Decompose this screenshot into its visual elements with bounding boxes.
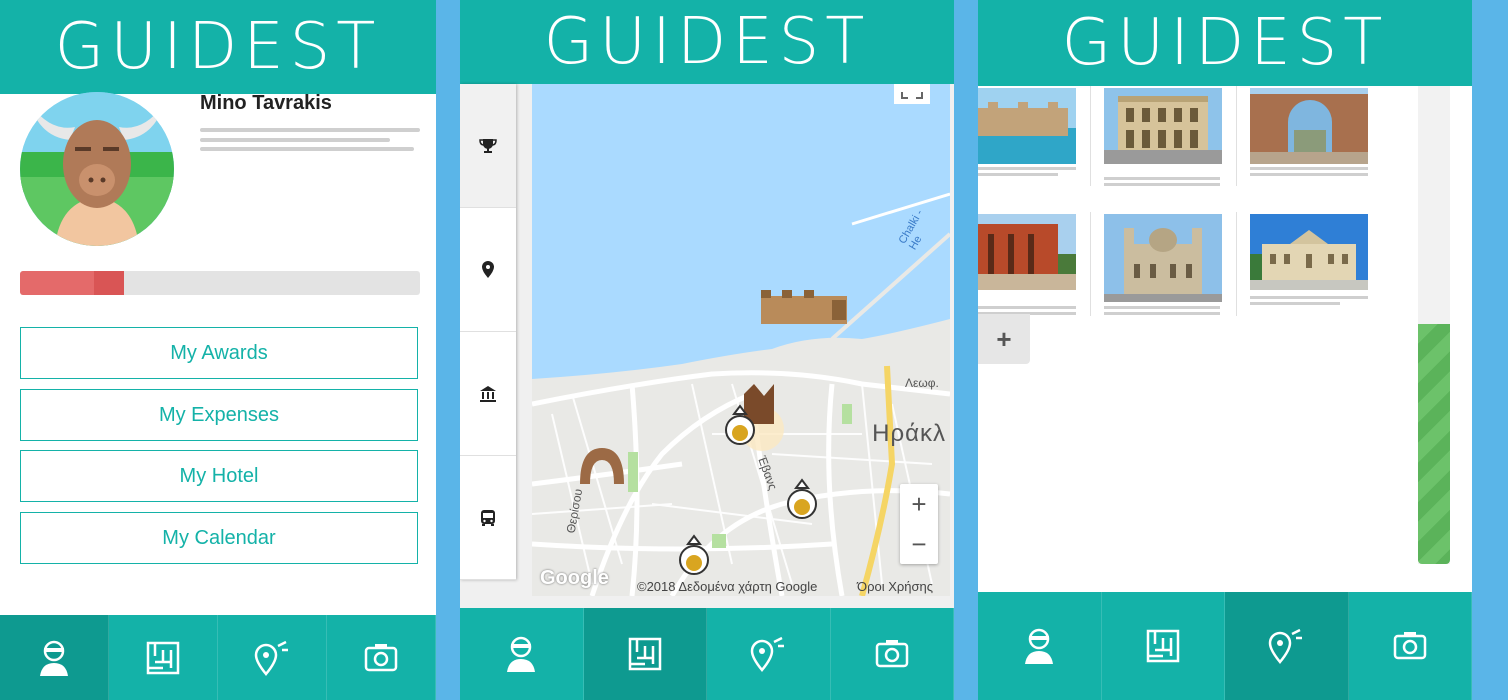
- maze-icon: [1146, 629, 1179, 663]
- bottom-nav: [0, 615, 436, 700]
- category-tabs: [460, 84, 516, 580]
- tab-awards[interactable]: [460, 84, 516, 208]
- maze-icon: [628, 637, 661, 671]
- caption-line: [1250, 173, 1368, 176]
- caption-line: [1104, 312, 1220, 315]
- my-hotel-button[interactable]: My Hotel: [20, 450, 418, 502]
- caption-line: [1250, 302, 1340, 305]
- tab-locations[interactable]: [460, 208, 516, 332]
- divider: [1236, 212, 1237, 316]
- nav-profile[interactable]: [978, 592, 1102, 700]
- nav-maze[interactable]: [1102, 592, 1225, 700]
- camera-icon: [364, 643, 398, 671]
- scrollbar[interactable]: [1418, 86, 1450, 564]
- camera-icon: [875, 640, 908, 668]
- bus-icon: [481, 509, 495, 526]
- zoom-control: + −: [900, 484, 938, 564]
- add-button[interactable]: +: [978, 314, 1030, 364]
- gallery-item-venetian-fortress[interactable]: [978, 88, 1076, 164]
- trophy-icon: [479, 138, 497, 153]
- nav-camera[interactable]: [1349, 592, 1472, 700]
- gallery-item-bembo-gate[interactable]: [1250, 88, 1368, 164]
- google-logo: Google: [540, 567, 609, 589]
- maze-icon: [146, 641, 180, 674]
- street-label: Λεωφ.: [905, 376, 939, 390]
- profile-icon: [1025, 628, 1054, 664]
- my-expenses-button[interactable]: My Expenses: [20, 389, 418, 441]
- app-logo: GUIDEST: [54, 10, 382, 84]
- my-calendar-button[interactable]: My Calendar: [20, 512, 418, 564]
- route-icon: [254, 640, 288, 676]
- profile-icon: [507, 636, 536, 672]
- gallery-item-knossos[interactable]: [978, 214, 1076, 290]
- my-awards-button[interactable]: My Awards: [20, 327, 418, 379]
- bottom-nav: [460, 608, 954, 700]
- nav-profile[interactable]: [460, 608, 584, 700]
- caption-line: [978, 167, 1076, 170]
- avatar[interactable]: [20, 92, 174, 246]
- bottom-nav: [978, 592, 1472, 700]
- nav-camera[interactable]: [831, 608, 954, 700]
- nav-camera[interactable]: [327, 615, 436, 700]
- info-line: [200, 147, 414, 151]
- progress-fill: [20, 271, 124, 295]
- nav-maze[interactable]: [583, 608, 707, 700]
- app-logo: GUIDEST: [543, 5, 871, 79]
- zoom-out-button[interactable]: −: [900, 524, 938, 564]
- nav-route[interactable]: [218, 615, 327, 700]
- zoom-in-button[interactable]: +: [900, 484, 938, 524]
- divider: [1236, 86, 1237, 186]
- gallery-item-white-building[interactable]: [1250, 214, 1368, 290]
- gallery-item-agios-minas-cathedral[interactable]: [1104, 214, 1222, 302]
- route-icon: [750, 636, 785, 672]
- city-label: Ηράκλ: [872, 420, 946, 447]
- map-attribution: ©2018 Δεδομένα χάρτη Google: [637, 579, 818, 594]
- map-terms-link[interactable]: Όροι Χρήσης: [857, 579, 933, 594]
- caption-line: [1104, 177, 1220, 180]
- pin-icon: [482, 260, 494, 278]
- nav-profile[interactable]: [0, 615, 109, 700]
- divider: [1090, 86, 1091, 186]
- scrollbar-thumb[interactable]: [1418, 324, 1450, 564]
- camera-icon: [1393, 632, 1426, 660]
- caption-line: [1250, 296, 1368, 299]
- profile-icon: [40, 640, 68, 676]
- caption-line: [978, 306, 1076, 309]
- map-screen: GUIDEST Chalki - He Λεωφ. Έβανς Θερίσου …: [460, 0, 954, 700]
- museum-icon: [480, 385, 496, 402]
- caption-line: [1104, 183, 1220, 186]
- nav-maze[interactable]: [109, 615, 218, 700]
- caption-line: [978, 173, 1058, 176]
- profile-screen: GUIDEST Mino Tavrakis My Awards My Expen…: [0, 0, 436, 700]
- caption-line: [1250, 167, 1368, 170]
- gallery-item-loggia[interactable]: [1104, 88, 1222, 164]
- user-name: Mino Tavrakis: [200, 92, 332, 114]
- progress-bar: [20, 271, 420, 295]
- info-line: [200, 128, 420, 132]
- nav-route[interactable]: [707, 608, 831, 700]
- gallery-screen: GUIDEST +: [978, 0, 1472, 700]
- tab-transport[interactable]: [460, 456, 516, 580]
- divider: [1090, 212, 1091, 316]
- tab-museums[interactable]: [460, 332, 516, 456]
- caption-line: [1104, 306, 1220, 309]
- route-icon: [1268, 628, 1303, 664]
- map-view[interactable]: Chalki - He Λεωφ. Έβανς Θερίσου Ηράκλ + …: [532, 84, 950, 596]
- app-header: GUIDEST: [0, 0, 436, 94]
- nav-route[interactable]: [1225, 592, 1349, 700]
- info-line: [200, 138, 390, 142]
- app-logo: GUIDEST: [1061, 6, 1389, 80]
- app-header: GUIDEST: [978, 0, 1472, 86]
- app-header: GUIDEST: [460, 0, 954, 84]
